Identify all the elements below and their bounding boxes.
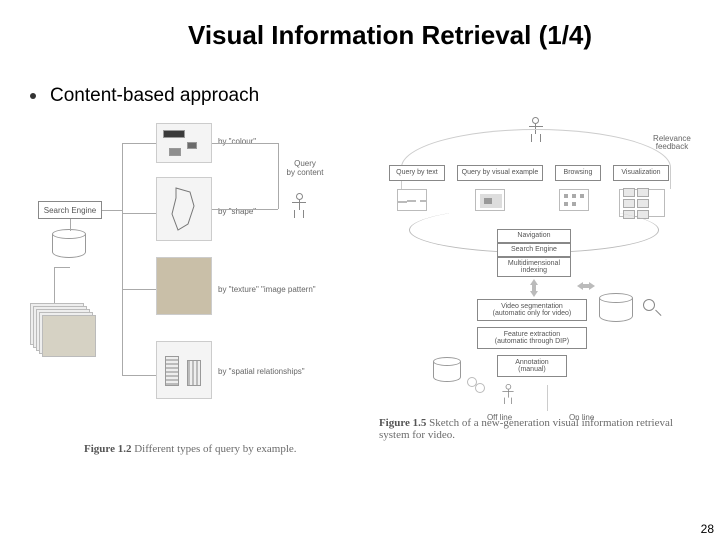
connector-line [122, 289, 156, 290]
colour-swatch-icon [169, 148, 181, 156]
connector-line [54, 267, 70, 268]
colour-swatch-icon [187, 142, 197, 149]
text-sketch-icon [397, 189, 427, 211]
query-by-visual-label: Query by visual example [462, 169, 539, 176]
divider-line [547, 385, 548, 411]
search-engine-box: Search Engine [38, 201, 102, 219]
indexing-label: Multidimensional indexing [508, 260, 560, 275]
film-reel-icon [467, 377, 487, 397]
connector-line [54, 267, 55, 303]
figure-right-caption-bold: Figure 1.5 [379, 417, 426, 429]
slide: Visual Information Retrieval (1/4) Conte… [0, 0, 720, 540]
search-engine-label: Search Engine [44, 206, 96, 215]
texture-example-box [156, 257, 212, 315]
visualization-sketch-icon [619, 189, 665, 217]
connector-line [212, 143, 278, 144]
figure-left: Search Engine [24, 117, 361, 457]
search-engine-label: Search Engine [511, 246, 557, 253]
page-number: 28 [701, 522, 714, 536]
figure-left-caption-bold: Figure 1.2 [84, 443, 131, 455]
double-arrow-icon [577, 279, 595, 293]
figure-left-caption-rest: Different types of query by example. [131, 443, 296, 455]
shape-outline-icon [164, 184, 204, 234]
spatial-block-icon [165, 356, 179, 386]
figure-left-caption: Figure 1.2 Different types of query by e… [84, 443, 297, 455]
visualization-label: Visualization [621, 169, 660, 176]
feature-extraction-box: Feature extraction (automatic through DI… [477, 327, 587, 349]
query-by-content-label: Query by content [280, 159, 330, 177]
bullet-item: Content-based approach [30, 85, 696, 107]
database-cylinder-icon [433, 357, 461, 383]
query-by-text-box: Query by text [389, 165, 445, 181]
connector-line [70, 219, 71, 231]
visualization-box: Visualization [613, 165, 669, 181]
connector-line [278, 143, 279, 209]
connector-line [122, 143, 156, 144]
by-texture-label: by "texture" "image pattern" [218, 285, 348, 294]
figure-right: Relevance feedback Query by text Query b… [369, 117, 696, 457]
shape-example-box [156, 177, 212, 241]
search-engine-box: Search Engine [497, 243, 571, 257]
navigation-box: Navigation [497, 229, 571, 243]
by-colour-label: by "colour" [218, 137, 256, 146]
figure-right-caption: Figure 1.5 Sketch of a new-generation vi… [379, 417, 696, 441]
double-arrow-icon [527, 279, 541, 297]
person-icon [290, 193, 308, 223]
bullet-dot-icon [30, 93, 36, 99]
database-cylinder-icon [52, 229, 86, 259]
person-icon [501, 384, 515, 408]
magnifier-icon [643, 299, 661, 317]
indexing-box: Multidimensional indexing [497, 257, 571, 277]
query-by-text-label: Query by text [396, 169, 438, 176]
database-cylinder-icon [599, 293, 633, 323]
bullet-text: Content-based approach [50, 85, 259, 107]
connector-line [122, 143, 123, 375]
feature-extraction-label: Feature extraction (automatic through DI… [495, 331, 569, 346]
video-segmentation-label: Video segmentation (automatic only for v… [493, 303, 572, 318]
spatial-example-box [156, 341, 212, 399]
connector-line [102, 210, 122, 211]
relevance-feedback-label: Relevance feedback [647, 135, 697, 152]
video-segmentation-box: Video segmentation (automatic only for v… [477, 299, 587, 321]
colour-swatch-icon [163, 130, 185, 138]
browsing-box: Browsing [555, 165, 601, 181]
connector-line [122, 213, 156, 214]
query-by-visual-box: Query by visual example [457, 165, 543, 181]
colour-example-box [156, 123, 212, 163]
slide-title: Visual Information Retrieval (1/4) [84, 20, 696, 51]
connector-line [122, 375, 156, 376]
connector-line [212, 209, 278, 210]
annotation-label: Annotation (manual) [515, 359, 548, 374]
figures-row: Search Engine [24, 117, 696, 457]
annotation-box: Annotation (manual) [497, 355, 567, 377]
spatial-block-icon [187, 360, 201, 386]
navigation-label: Navigation [517, 232, 550, 239]
browsing-label: Browsing [564, 169, 593, 176]
by-spatial-label: by "spatial relationships" [218, 367, 348, 376]
